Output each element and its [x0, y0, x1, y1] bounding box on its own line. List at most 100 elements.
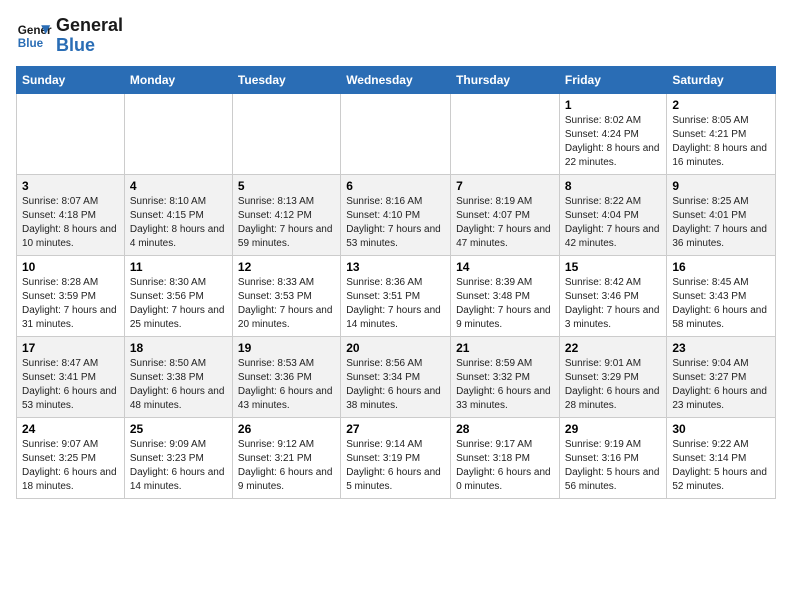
day-cell-16: 16 Sunrise: 8:45 AM Sunset: 3:43 PM Dayli…	[667, 255, 776, 336]
day-cell-10: 10Sunrise: 8:28 AM Sunset: 3:59 PM Dayli…	[17, 255, 125, 336]
weekday-header-wednesday: Wednesday	[341, 66, 451, 93]
weekday-header-row: SundayMondayTuesdayWednesdayThursdayFrid…	[17, 66, 776, 93]
day-cell-30: 30 Sunrise: 9:22 AM Sunset: 3:14 PM Dayli…	[667, 417, 776, 498]
day-number: 10	[22, 260, 119, 274]
logo-general-text: GeneralBlue	[56, 16, 123, 56]
day-number: 4	[130, 179, 227, 193]
day-number: 29	[565, 422, 661, 436]
day-info: Sunrise: 8:25 AM Sunset: 4:01 PM Dayligh…	[672, 195, 770, 251]
day-cell-5: 5 Sunrise: 8:13 AM Sunset: 4:12 PM Daylig…	[232, 174, 340, 255]
day-number: 5	[238, 179, 335, 193]
day-info: Sunrise: 8:50 AM Sunset: 3:38 PM Dayligh…	[130, 357, 227, 413]
week-row-1: 1 Sunrise: 8:02 AM Sunset: 4:24 PM Daylig…	[17, 93, 776, 174]
day-number: 1	[565, 98, 661, 112]
week-row-5: 24 Sunrise: 9:07 AM Sunset: 3:25 PM Dayli…	[17, 417, 776, 498]
day-number: 22	[565, 341, 661, 355]
day-cell-28: 28 Sunrise: 9:17 AM Sunset: 3:18 PM Dayli…	[451, 417, 560, 498]
weekday-header-thursday: Thursday	[451, 66, 560, 93]
day-number: 19	[238, 341, 335, 355]
day-number: 14	[456, 260, 554, 274]
day-number: 8	[565, 179, 661, 193]
day-info: Sunrise: 9:07 AM Sunset: 3:25 PM Dayligh…	[22, 438, 119, 494]
weekday-header-friday: Friday	[559, 66, 666, 93]
day-cell-17: 17 Sunrise: 8:47 AM Sunset: 3:41 PM Dayli…	[17, 336, 125, 417]
day-number: 11	[130, 260, 227, 274]
day-info: Sunrise: 9:09 AM Sunset: 3:23 PM Dayligh…	[130, 438, 227, 494]
day-info: Sunrise: 8:19 AM Sunset: 4:07 PM Dayligh…	[456, 195, 554, 251]
day-cell-11: 11Sunrise: 8:30 AM Sunset: 3:56 PM Dayli…	[124, 255, 232, 336]
day-info: Sunrise: 9:01 AM Sunset: 3:29 PM Dayligh…	[565, 357, 661, 413]
weekday-header-tuesday: Tuesday	[232, 66, 340, 93]
day-info: Sunrise: 8:02 AM Sunset: 4:24 PM Dayligh…	[565, 114, 661, 170]
day-info: Sunrise: 8:07 AM Sunset: 4:18 PM Dayligh…	[22, 195, 119, 251]
weekday-header-saturday: Saturday	[667, 66, 776, 93]
day-number: 15	[565, 260, 661, 274]
day-info: Sunrise: 8:56 AM Sunset: 3:34 PM Dayligh…	[346, 357, 445, 413]
day-cell-27: 27Sunrise: 9:14 AM Sunset: 3:19 PM Dayli…	[341, 417, 451, 498]
day-info: Sunrise: 8:22 AM Sunset: 4:04 PM Dayligh…	[565, 195, 661, 251]
day-number: 26	[238, 422, 335, 436]
weekday-header-monday: Monday	[124, 66, 232, 93]
day-number: 13	[346, 260, 445, 274]
day-cell-4: 4 Sunrise: 8:10 AM Sunset: 4:15 PM Daylig…	[124, 174, 232, 255]
day-info: Sunrise: 9:04 AM Sunset: 3:27 PM Dayligh…	[672, 357, 770, 413]
logo-icon: General Blue	[16, 18, 52, 54]
day-cell-13: 13 Sunrise: 8:36 AM Sunset: 3:51 PM Dayli…	[341, 255, 451, 336]
empty-cell	[451, 93, 560, 174]
logo: General Blue GeneralBlue	[16, 16, 123, 56]
empty-cell	[124, 93, 232, 174]
day-number: 18	[130, 341, 227, 355]
day-number: 25	[130, 422, 227, 436]
day-cell-29: 29 Sunrise: 9:19 AM Sunset: 3:16 PM Dayli…	[559, 417, 666, 498]
day-number: 3	[22, 179, 119, 193]
calendar: SundayMondayTuesdayWednesdayThursdayFrid…	[16, 66, 776, 499]
day-number: 27	[346, 422, 445, 436]
day-cell-1: 1 Sunrise: 8:02 AM Sunset: 4:24 PM Daylig…	[559, 93, 666, 174]
day-info: Sunrise: 9:22 AM Sunset: 3:14 PM Dayligh…	[672, 438, 770, 494]
day-cell-2: 2Sunrise: 8:05 AM Sunset: 4:21 PM Daylig…	[667, 93, 776, 174]
day-cell-18: 18 Sunrise: 8:50 AM Sunset: 3:38 PM Dayli…	[124, 336, 232, 417]
day-cell-8: 8 Sunrise: 8:22 AM Sunset: 4:04 PM Daylig…	[559, 174, 666, 255]
day-info: Sunrise: 8:05 AM Sunset: 4:21 PM Dayligh…	[672, 114, 770, 170]
logo-blue-text: Blue	[56, 35, 95, 55]
day-cell-23: 23 Sunrise: 9:04 AM Sunset: 3:27 PM Dayli…	[667, 336, 776, 417]
day-number: 9	[672, 179, 770, 193]
day-number: 16	[672, 260, 770, 274]
day-info: Sunrise: 8:36 AM Sunset: 3:51 PM Dayligh…	[346, 276, 445, 332]
day-number: 30	[672, 422, 770, 436]
day-number: 17	[22, 341, 119, 355]
day-cell-25: 25 Sunrise: 9:09 AM Sunset: 3:23 PM Dayli…	[124, 417, 232, 498]
day-cell-9: 9 Sunrise: 8:25 AM Sunset: 4:01 PM Daylig…	[667, 174, 776, 255]
day-info: Sunrise: 9:19 AM Sunset: 3:16 PM Dayligh…	[565, 438, 661, 494]
day-info: Sunrise: 8:16 AM Sunset: 4:10 PM Dayligh…	[346, 195, 445, 251]
day-number: 24	[22, 422, 119, 436]
day-number: 28	[456, 422, 554, 436]
day-info: Sunrise: 8:33 AM Sunset: 3:53 PM Dayligh…	[238, 276, 335, 332]
day-cell-21: 21Sunrise: 8:59 AM Sunset: 3:32 PM Dayli…	[451, 336, 560, 417]
day-info: Sunrise: 8:47 AM Sunset: 3:41 PM Dayligh…	[22, 357, 119, 413]
empty-cell	[17, 93, 125, 174]
day-cell-12: 12Sunrise: 8:33 AM Sunset: 3:53 PM Dayli…	[232, 255, 340, 336]
day-cell-26: 26 Sunrise: 9:12 AM Sunset: 3:21 PM Dayli…	[232, 417, 340, 498]
week-row-4: 17 Sunrise: 8:47 AM Sunset: 3:41 PM Dayli…	[17, 336, 776, 417]
day-info: Sunrise: 8:39 AM Sunset: 3:48 PM Dayligh…	[456, 276, 554, 332]
day-info: Sunrise: 9:12 AM Sunset: 3:21 PM Dayligh…	[238, 438, 335, 494]
day-cell-6: 6 Sunrise: 8:16 AM Sunset: 4:10 PM Daylig…	[341, 174, 451, 255]
week-row-3: 10Sunrise: 8:28 AM Sunset: 3:59 PM Dayli…	[17, 255, 776, 336]
day-number: 23	[672, 341, 770, 355]
day-number: 21	[456, 341, 554, 355]
day-number: 7	[456, 179, 554, 193]
day-number: 6	[346, 179, 445, 193]
weekday-header-sunday: Sunday	[17, 66, 125, 93]
day-number: 20	[346, 341, 445, 355]
day-cell-15: 15Sunrise: 8:42 AM Sunset: 3:46 PM Dayli…	[559, 255, 666, 336]
day-cell-24: 24 Sunrise: 9:07 AM Sunset: 3:25 PM Dayli…	[17, 417, 125, 498]
day-cell-14: 14 Sunrise: 8:39 AM Sunset: 3:48 PM Dayli…	[451, 255, 560, 336]
week-row-2: 3 Sunrise: 8:07 AM Sunset: 4:18 PM Daylig…	[17, 174, 776, 255]
day-info: Sunrise: 8:45 AM Sunset: 3:43 PM Dayligh…	[672, 276, 770, 332]
day-info: Sunrise: 9:17 AM Sunset: 3:18 PM Dayligh…	[456, 438, 554, 494]
day-info: Sunrise: 8:13 AM Sunset: 4:12 PM Dayligh…	[238, 195, 335, 251]
header: General Blue GeneralBlue	[16, 16, 776, 56]
day-cell-22: 22 Sunrise: 9:01 AM Sunset: 3:29 PM Dayli…	[559, 336, 666, 417]
day-info: Sunrise: 8:10 AM Sunset: 4:15 PM Dayligh…	[130, 195, 227, 251]
